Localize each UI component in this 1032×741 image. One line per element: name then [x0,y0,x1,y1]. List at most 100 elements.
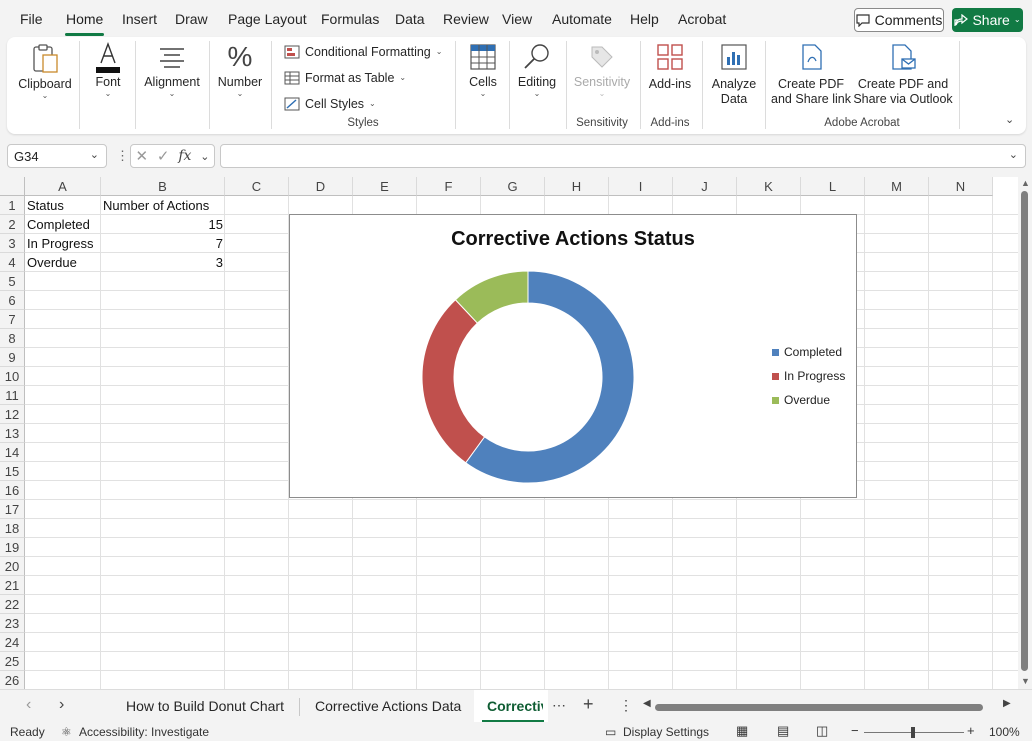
accessibility-status[interactable]: Accessibility: Investigate [79,725,209,739]
horizontal-scroll-thumb[interactable] [655,704,983,711]
formula-input[interactable]: ⌄ [220,144,1026,168]
sheet-tab-corrective-actions-data[interactable]: Corrective Actions Data [315,698,461,714]
cell-A1[interactable]: Status [25,196,66,215]
menu-review[interactable]: Review [443,11,489,27]
sheet-tab-corrective-chart[interactable]: Correctiv [487,698,543,714]
cancel-icon[interactable]: ✕ [135,147,148,165]
menu-view[interactable]: View [502,11,532,27]
select-all-corner[interactable] [0,177,25,196]
row-header-5[interactable]: 5 [0,272,25,291]
column-header-A[interactable]: A [25,177,101,196]
column-header-H[interactable]: H [545,177,609,196]
menu-data[interactable]: Data [395,11,425,27]
row-header-19[interactable]: 19 [0,538,25,557]
legend-item-completed[interactable]: Completed [772,345,842,359]
menu-acrobat[interactable]: Acrobat [678,11,726,27]
row-header-11[interactable]: 11 [0,386,25,405]
more-sheets-icon[interactable]: ⋯ [552,697,566,714]
font-button[interactable]: Font ⌄ [85,37,131,134]
legend-item-in-progress[interactable]: In Progress [772,369,845,383]
cell-A2[interactable]: Completed [25,215,92,234]
column-header-L[interactable]: L [801,177,865,196]
row-header-2[interactable]: 2 [0,215,25,234]
menu-page-layout[interactable]: Page Layout [228,11,307,27]
expand-formula-chevron-icon[interactable]: ⌄ [1009,148,1018,161]
row-header-25[interactable]: 25 [0,652,25,671]
next-sheet-icon[interactable]: › [59,696,64,714]
menu-formulas[interactable]: Formulas [321,11,379,27]
row-header-8[interactable]: 8 [0,329,25,348]
column-header-D[interactable]: D [289,177,353,196]
row-header-21[interactable]: 21 [0,576,25,595]
menu-file[interactable]: File [20,11,43,27]
more-options-icon[interactable]: ⋮ [116,148,129,164]
editing-button[interactable]: Editing ⌄ [513,37,561,134]
cell-B4[interactable]: 3 [101,253,225,272]
donut-slice-in-progress[interactable] [421,299,486,464]
row-header-13[interactable]: 13 [0,424,25,443]
column-header-J[interactable]: J [673,177,737,196]
row-header-6[interactable]: 6 [0,291,25,310]
alignment-button[interactable]: Alignment ⌄ [141,37,203,134]
cell-B3[interactable]: 7 [101,234,225,253]
cell-A4[interactable]: Overdue [25,253,79,272]
ribbon-collapse-chevron-icon[interactable]: ⌄ [1005,113,1014,126]
cell-B2[interactable]: 15 [101,215,225,234]
row-header-7[interactable]: 7 [0,310,25,329]
row-header-24[interactable]: 24 [0,633,25,652]
normal-view-icon[interactable]: ▦ [736,723,748,739]
page-layout-view-icon[interactable]: ▤ [777,723,789,739]
row-header-20[interactable]: 20 [0,557,25,576]
prev-sheet-icon[interactable]: ‹ [26,696,31,714]
menu-draw[interactable]: Draw [175,11,208,27]
conditional-formatting-button[interactable]: Conditional Formatting ⌄ [284,42,442,62]
scroll-down-icon[interactable]: ▼ [1021,676,1030,686]
row-header-10[interactable]: 10 [0,367,25,386]
insert-function-icon[interactable]: fx [178,148,191,164]
column-header-I[interactable]: I [609,177,673,196]
row-header-15[interactable]: 15 [0,462,25,481]
vertical-scroll-thumb[interactable] [1021,191,1028,671]
row-header-22[interactable]: 22 [0,595,25,614]
menu-insert[interactable]: Insert [122,11,157,27]
column-header-E[interactable]: E [353,177,417,196]
scroll-up-icon[interactable]: ▲ [1021,178,1030,188]
column-header-N[interactable]: N [929,177,993,196]
row-header-9[interactable]: 9 [0,348,25,367]
row-header-12[interactable]: 12 [0,405,25,424]
analyze-data-button[interactable]: Analyze Data [707,37,761,134]
number-button[interactable]: % Number ⌄ [213,37,267,134]
tab-options-icon[interactable]: ⋮ [619,697,633,714]
cell-styles-button[interactable]: Cell Styles ⌄ [284,94,376,114]
row-header-26[interactable]: 26 [0,671,25,689]
menu-home[interactable]: Home [66,11,103,27]
cell-A3[interactable]: In Progress [25,234,95,253]
zoom-slider-thumb[interactable] [911,727,915,738]
cell-B1[interactable]: Number of Actions [101,196,211,215]
scroll-right-icon[interactable]: ▶ [1003,698,1011,709]
row-header-1[interactable]: 1 [0,196,25,215]
menu-help[interactable]: Help [630,11,659,27]
format-as-table-button[interactable]: Format as Table ⌄ [284,68,406,88]
column-header-C[interactable]: C [225,177,289,196]
share-button[interactable]: Share ⌄ [952,8,1023,32]
row-header-16[interactable]: 16 [0,481,25,500]
sheet-tab-how-to-build[interactable]: How to Build Donut Chart [126,698,284,714]
zoom-out-icon[interactable]: − [851,723,859,738]
column-header-K[interactable]: K [737,177,801,196]
row-header-4[interactable]: 4 [0,253,25,272]
clipboard-button[interactable]: Clipboard ⌄ [17,37,73,134]
column-header-B[interactable]: B [101,177,225,196]
row-header-14[interactable]: 14 [0,443,25,462]
name-box[interactable]: G34 ⌄ [7,144,107,168]
vertical-scrollbar[interactable]: ▲ ▼ [1018,177,1032,689]
comments-button[interactable]: Comments [854,8,944,32]
row-header-3[interactable]: 3 [0,234,25,253]
scroll-left-icon[interactable]: ◀ [643,698,651,709]
add-sheet-icon[interactable]: + [583,694,594,715]
display-settings-button[interactable]: Display Settings [623,725,709,739]
column-header-F[interactable]: F [417,177,481,196]
row-header-17[interactable]: 17 [0,500,25,519]
cells-button[interactable]: Cells ⌄ [463,37,503,134]
row-header-18[interactable]: 18 [0,519,25,538]
